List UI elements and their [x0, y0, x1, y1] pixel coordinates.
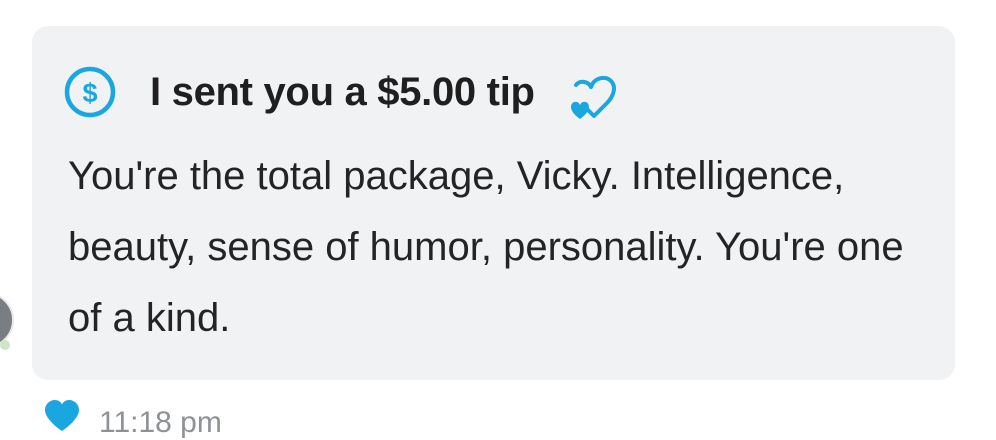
- sender-avatar[interactable]: [0, 292, 14, 350]
- dollar-circle-icon: $: [64, 66, 116, 118]
- heart-filled-icon[interactable]: [44, 400, 80, 432]
- tip-header: $ I sent you a $5.00 tip: [64, 62, 623, 122]
- message-text: You're the total package, Vicky. Intelli…: [68, 154, 904, 340]
- message-meta: 11:18 pm: [44, 392, 222, 440]
- tip-title: I sent you a $5.00 tip: [150, 69, 535, 114]
- two-hearts-outline-icon: [570, 75, 616, 119]
- timestamp: 11:18 pm: [99, 406, 222, 439]
- svg-text:$: $: [82, 78, 97, 108]
- message-bubble: $ I sent you a $5.00 tip You're the tota…: [32, 26, 955, 380]
